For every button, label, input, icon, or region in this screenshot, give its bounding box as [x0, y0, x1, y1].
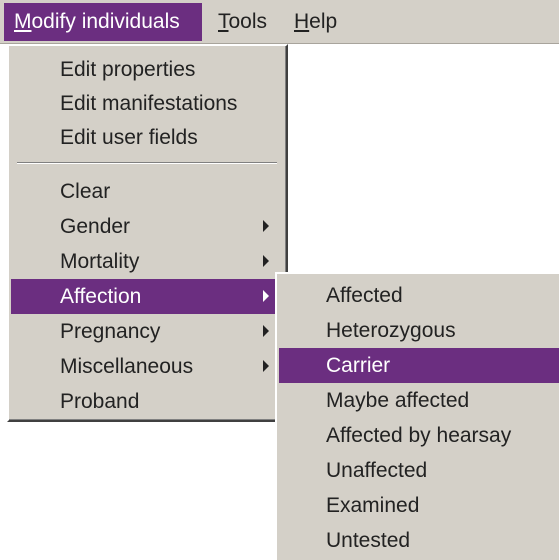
- menu-item-label: Miscellaneous: [60, 355, 194, 378]
- menu-item-clear[interactable]: Clear: [11, 174, 284, 209]
- menu-item-label: Edit user fields: [60, 126, 198, 149]
- menu-item-pregnancy[interactable]: Pregnancy: [11, 314, 284, 349]
- affection-submenu: Affected Heterozygous Carrier Maybe affe…: [275, 272, 559, 560]
- menu-item-edit-manifestations[interactable]: Edit manifestations: [11, 86, 284, 121]
- submenu-item-examined[interactable]: Examined: [279, 488, 559, 523]
- menu-item-label: Pregnancy: [60, 320, 161, 343]
- menu-item-label: Affected by hearsay: [326, 424, 512, 447]
- menu-item-label: Gender: [60, 215, 131, 238]
- submenu-item-maybe-affected[interactable]: Maybe affected: [279, 383, 559, 418]
- menu-help[interactable]: Help: [284, 3, 347, 41]
- menu-item-label: Affected: [326, 284, 403, 307]
- menu-modify-label: odify individuals: [31, 10, 180, 33]
- menu-item-label: Edit properties: [60, 58, 196, 81]
- menu-tools-label: ools: [228, 10, 268, 33]
- submenu-item-heterozygous[interactable]: Heterozygous: [279, 313, 559, 348]
- submenu-item-carrier[interactable]: Carrier: [279, 348, 559, 383]
- menu-item-gender[interactable]: Gender: [11, 209, 284, 244]
- menu-help-label: elp: [309, 10, 338, 33]
- menu-item-label: Carrier: [326, 354, 391, 377]
- menu-item-edit-properties[interactable]: Edit properties: [11, 52, 284, 87]
- menu-item-miscellaneous[interactable]: Miscellaneous: [11, 349, 284, 384]
- submenu-item-unaffected[interactable]: Unaffected: [279, 453, 559, 488]
- menu-item-label: Affection: [60, 285, 142, 308]
- menu-item-label: Untested: [326, 529, 411, 552]
- menu-modify-mnemonic: M: [14, 10, 32, 33]
- menu-bar: Modify individuals Tools Help: [0, 0, 559, 44]
- submenu-arrow-icon: [263, 325, 269, 337]
- menu-item-label: Heterozygous: [326, 319, 456, 342]
- menu-tools[interactable]: Tools: [208, 3, 277, 41]
- menu-modify-individuals[interactable]: Modify individuals: [4, 3, 202, 41]
- submenu-item-affected[interactable]: Affected: [279, 278, 559, 313]
- submenu-item-affected-by-hearsay[interactable]: Affected by hearsay: [279, 418, 559, 453]
- menu-item-affection[interactable]: Affection: [11, 279, 284, 314]
- menu-item-label: Maybe affected: [326, 389, 470, 412]
- menu-item-label: Unaffected: [326, 459, 428, 482]
- menu-separator: [17, 162, 277, 164]
- menu-tools-mnemonic: T: [218, 10, 229, 33]
- submenu-item-untested[interactable]: Untested: [279, 523, 559, 558]
- menu-item-label: Proband: [60, 390, 140, 413]
- menu-item-label: Mortality: [60, 250, 140, 273]
- menu-item-label: Edit manifestations: [60, 92, 238, 115]
- menu-item-label: Examined: [326, 494, 420, 517]
- menu-item-proband[interactable]: Proband: [11, 384, 284, 419]
- submenu-arrow-icon: [263, 220, 269, 232]
- menu-help-mnemonic: H: [294, 10, 310, 33]
- menu-item-label: Clear: [60, 180, 111, 203]
- menu-item-mortality[interactable]: Mortality: [11, 244, 284, 279]
- submenu-arrow-icon: [263, 360, 269, 372]
- submenu-arrow-icon: [263, 255, 269, 267]
- submenu-arrow-icon: [263, 290, 269, 302]
- modify-individuals-dropdown: Edit properties Edit manifestations Edit…: [7, 44, 288, 422]
- menu-item-edit-user-fields[interactable]: Edit user fields: [11, 120, 284, 155]
